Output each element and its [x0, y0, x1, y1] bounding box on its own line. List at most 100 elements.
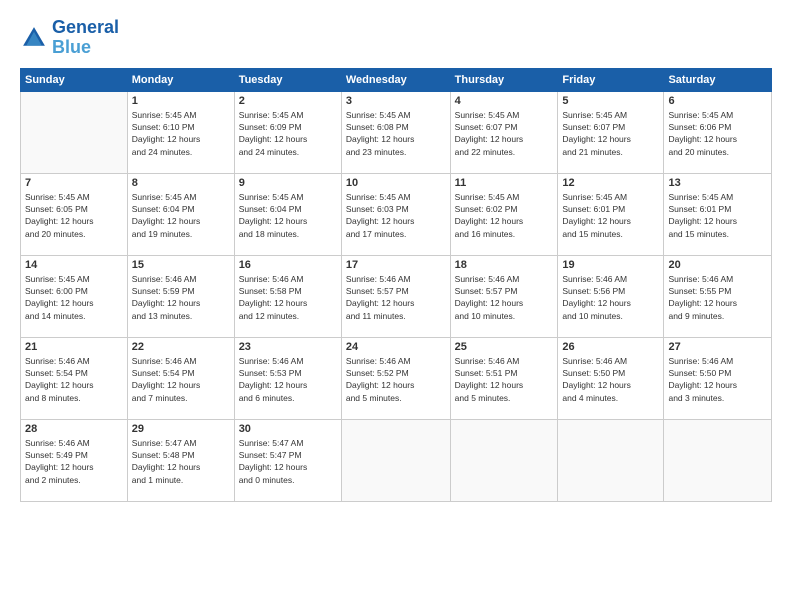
- day-number: 3: [346, 95, 446, 107]
- day-number: 19: [562, 259, 659, 271]
- day-number: 23: [239, 341, 337, 353]
- day-info: Sunrise: 5:46 AMSunset: 5:58 PMDaylight:…: [239, 273, 337, 322]
- weekday-header-cell: Friday: [558, 68, 664, 91]
- day-number: 11: [455, 177, 554, 189]
- day-number: 25: [455, 341, 554, 353]
- calendar-cell: 23 Sunrise: 5:46 AMSunset: 5:53 PMDayligh…: [234, 337, 341, 419]
- calendar-week-row: 21 Sunrise: 5:46 AMSunset: 5:54 PMDayligh…: [21, 337, 772, 419]
- calendar-cell: 18 Sunrise: 5:46 AMSunset: 5:57 PMDayligh…: [450, 255, 558, 337]
- calendar-cell: 12Sunrise: 5:45 AMSunset: 6:01 PMDayligh…: [558, 173, 664, 255]
- day-info: Sunrise: 5:46 AMSunset: 5:51 PMDaylight:…: [455, 355, 554, 404]
- day-info: Sunrise: 5:45 AMSunset: 6:07 PMDaylight:…: [562, 109, 659, 158]
- calendar-week-row: 1 Sunrise: 5:45 AMSunset: 6:10 PMDaylight…: [21, 91, 772, 173]
- day-number: 27: [668, 341, 767, 353]
- calendar-cell: 3 Sunrise: 5:45 AMSunset: 6:08 PMDaylight…: [341, 91, 450, 173]
- page: General Blue SundayMondayTuesdayWednesda…: [0, 0, 792, 612]
- day-number: 24: [346, 341, 446, 353]
- day-info: Sunrise: 5:46 AMSunset: 5:57 PMDaylight:…: [455, 273, 554, 322]
- calendar-cell: 10 Sunrise: 5:45 AMSunset: 6:03 PMDayligh…: [341, 173, 450, 255]
- calendar-week-row: 28 Sunrise: 5:46 AMSunset: 5:49 PMDayligh…: [21, 419, 772, 501]
- calendar-cell: 17Sunrise: 5:46 AMSunset: 5:57 PMDayligh…: [341, 255, 450, 337]
- day-info: Sunrise: 5:45 AMSunset: 6:04 PMDaylight:…: [239, 191, 337, 240]
- day-info: Sunrise: 5:45 AMSunset: 6:04 PMDaylight:…: [132, 191, 230, 240]
- day-info: Sunrise: 5:47 AMSunset: 5:47 PMDaylight:…: [239, 437, 337, 486]
- calendar-cell: 16Sunrise: 5:46 AMSunset: 5:58 PMDayligh…: [234, 255, 341, 337]
- calendar-cell: 28 Sunrise: 5:46 AMSunset: 5:49 PMDayligh…: [21, 419, 128, 501]
- calendar-cell: 19 Sunrise: 5:46 AMSunset: 5:56 PMDayligh…: [558, 255, 664, 337]
- calendar-cell: [664, 419, 772, 501]
- weekday-header-row: SundayMondayTuesdayWednesdayThursdayFrid…: [21, 68, 772, 91]
- calendar-cell: 4 Sunrise: 5:45 AMSunset: 6:07 PMDaylight…: [450, 91, 558, 173]
- calendar-body: 1 Sunrise: 5:45 AMSunset: 6:10 PMDaylight…: [21, 91, 772, 501]
- calendar-cell: 8 Sunrise: 5:45 AMSunset: 6:04 PMDaylight…: [127, 173, 234, 255]
- calendar-cell: 2Sunrise: 5:45 AMSunset: 6:09 PMDaylight…: [234, 91, 341, 173]
- calendar-cell: [341, 419, 450, 501]
- day-number: 10: [346, 177, 446, 189]
- calendar-cell: 26 Sunrise: 5:46 AMSunset: 5:50 PMDayligh…: [558, 337, 664, 419]
- calendar-cell: 6 Sunrise: 5:45 AMSunset: 6:06 PMDaylight…: [664, 91, 772, 173]
- day-number: 18: [455, 259, 554, 271]
- day-info: Sunrise: 5:46 AMSunset: 5:53 PMDaylight:…: [239, 355, 337, 404]
- weekday-header-cell: Monday: [127, 68, 234, 91]
- day-number: 7: [25, 177, 123, 189]
- day-info: Sunrise: 5:45 AMSunset: 6:02 PMDaylight:…: [455, 191, 554, 240]
- day-number: 13: [668, 177, 767, 189]
- calendar-cell: 5 Sunrise: 5:45 AMSunset: 6:07 PMDaylight…: [558, 91, 664, 173]
- day-info: Sunrise: 5:46 AMSunset: 5:54 PMDaylight:…: [132, 355, 230, 404]
- calendar-cell: 7 Sunrise: 5:45 AMSunset: 6:05 PMDaylight…: [21, 173, 128, 255]
- logo-text: General Blue: [52, 18, 119, 58]
- day-info: Sunrise: 5:45 AMSunset: 6:00 PMDaylight:…: [25, 273, 123, 322]
- day-number: 15: [132, 259, 230, 271]
- day-number: 26: [562, 341, 659, 353]
- calendar-cell: 9 Sunrise: 5:45 AMSunset: 6:04 PMDaylight…: [234, 173, 341, 255]
- logo-icon: [20, 24, 48, 52]
- calendar-cell: 24 Sunrise: 5:46 AMSunset: 5:52 PMDayligh…: [341, 337, 450, 419]
- day-info: Sunrise: 5:46 AMSunset: 5:54 PMDaylight:…: [25, 355, 123, 404]
- day-info: Sunrise: 5:45 AMSunset: 6:06 PMDaylight:…: [668, 109, 767, 158]
- calendar-week-row: 14 Sunrise: 5:45 AMSunset: 6:00 PMDayligh…: [21, 255, 772, 337]
- calendar-week-row: 7 Sunrise: 5:45 AMSunset: 6:05 PMDaylight…: [21, 173, 772, 255]
- day-info: Sunrise: 5:45 AMSunset: 6:07 PMDaylight:…: [455, 109, 554, 158]
- day-number: 12: [562, 177, 659, 189]
- day-number: 5: [562, 95, 659, 107]
- day-number: 9: [239, 177, 337, 189]
- day-info: Sunrise: 5:46 AMSunset: 5:49 PMDaylight:…: [25, 437, 123, 486]
- day-info: Sunrise: 5:45 AMSunset: 6:10 PMDaylight:…: [132, 109, 230, 158]
- day-number: 14: [25, 259, 123, 271]
- weekday-header-cell: Sunday: [21, 68, 128, 91]
- weekday-header-cell: Wednesday: [341, 68, 450, 91]
- calendar-header: SundayMondayTuesdayWednesdayThursdayFrid…: [21, 68, 772, 91]
- day-info: Sunrise: 5:46 AMSunset: 5:50 PMDaylight:…: [668, 355, 767, 404]
- day-number: 6: [668, 95, 767, 107]
- calendar-cell: [450, 419, 558, 501]
- day-number: 29: [132, 423, 230, 435]
- day-info: Sunrise: 5:45 AMSunset: 6:08 PMDaylight:…: [346, 109, 446, 158]
- day-info: Sunrise: 5:46 AMSunset: 5:56 PMDaylight:…: [562, 273, 659, 322]
- weekday-header-cell: Saturday: [664, 68, 772, 91]
- calendar-table: SundayMondayTuesdayWednesdayThursdayFrid…: [20, 68, 772, 502]
- calendar-cell: 14 Sunrise: 5:45 AMSunset: 6:00 PMDayligh…: [21, 255, 128, 337]
- day-info: Sunrise: 5:47 AMSunset: 5:48 PMDaylight:…: [132, 437, 230, 486]
- calendar-cell: 27 Sunrise: 5:46 AMSunset: 5:50 PMDayligh…: [664, 337, 772, 419]
- day-number: 22: [132, 341, 230, 353]
- day-number: 30: [239, 423, 337, 435]
- day-number: 2: [239, 95, 337, 107]
- day-number: 4: [455, 95, 554, 107]
- weekday-header-cell: Tuesday: [234, 68, 341, 91]
- calendar-cell: 13Sunrise: 5:45 AMSunset: 6:01 PMDayligh…: [664, 173, 772, 255]
- calendar-cell: 30 Sunrise: 5:47 AMSunset: 5:47 PMDayligh…: [234, 419, 341, 501]
- calendar-cell: 11 Sunrise: 5:45 AMSunset: 6:02 PMDayligh…: [450, 173, 558, 255]
- day-info: Sunrise: 5:46 AMSunset: 5:50 PMDaylight:…: [562, 355, 659, 404]
- day-number: 1: [132, 95, 230, 107]
- day-info: Sunrise: 5:46 AMSunset: 5:52 PMDaylight:…: [346, 355, 446, 404]
- calendar-cell: 22 Sunrise: 5:46 AMSunset: 5:54 PMDayligh…: [127, 337, 234, 419]
- calendar-cell: [21, 91, 128, 173]
- day-info: Sunrise: 5:45 AMSunset: 6:05 PMDaylight:…: [25, 191, 123, 240]
- day-number: 20: [668, 259, 767, 271]
- calendar-cell: 20Sunrise: 5:46 AMSunset: 5:55 PMDayligh…: [664, 255, 772, 337]
- day-info: Sunrise: 5:45 AMSunset: 6:03 PMDaylight:…: [346, 191, 446, 240]
- day-number: 28: [25, 423, 123, 435]
- calendar-cell: 21 Sunrise: 5:46 AMSunset: 5:54 PMDayligh…: [21, 337, 128, 419]
- day-number: 8: [132, 177, 230, 189]
- day-number: 21: [25, 341, 123, 353]
